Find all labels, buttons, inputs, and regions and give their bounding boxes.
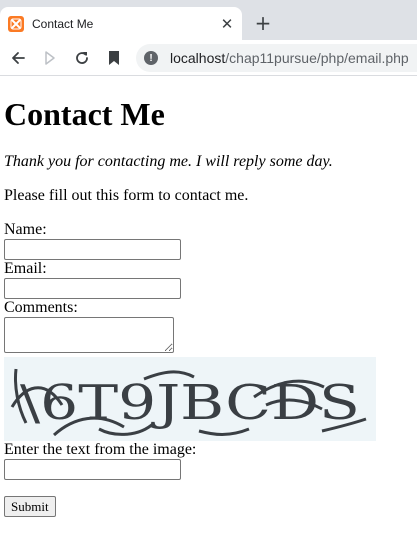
captcha-image: \6T9JBCDS: [4, 357, 376, 441]
email-input[interactable]: [4, 278, 181, 299]
captcha-text: \6T9JBCDS: [20, 375, 360, 431]
url-text: localhost/chap11pursue/php/email.php: [170, 50, 409, 66]
address-bar[interactable]: ! localhost/chap11pursue/php/email.php: [136, 44, 417, 72]
tab-close-icon[interactable]: ✕: [218, 15, 236, 33]
back-arrow-icon[interactable]: [4, 44, 32, 72]
forward-arrow-icon[interactable]: [36, 44, 64, 72]
tab-strip: Contact Me ✕ +: [0, 0, 417, 40]
comments-textarea[interactable]: [4, 317, 174, 353]
reload-icon[interactable]: [68, 44, 96, 72]
contact-form: Name: Email: Comments: \6T9JBCDS Enter t…: [4, 221, 413, 517]
captcha-input[interactable]: [4, 459, 181, 480]
url-path: /chap11pursue/php/email.php: [225, 50, 409, 66]
email-label: Email:: [4, 260, 47, 277]
browser-toolbar: ! localhost/chap11pursue/php/email.php: [0, 40, 417, 76]
bookmark-icon[interactable]: [100, 44, 128, 72]
comments-label: Comments:: [4, 299, 78, 316]
thank-you-message: Thank you for contacting me. I will repl…: [4, 153, 333, 170]
submit-button[interactable]: Submit: [4, 496, 56, 517]
xampp-favicon-icon: [8, 15, 24, 32]
tab-title: Contact Me: [32, 16, 94, 31]
page-content: Contact Me Thank you for contacting me. …: [0, 96, 417, 517]
name-input[interactable]: [4, 239, 181, 260]
captcha-label: Enter the text from the image:: [4, 441, 197, 458]
tab-contact-me[interactable]: Contact Me ✕: [0, 7, 242, 40]
url-host: localhost: [170, 50, 226, 66]
site-info-icon[interactable]: !: [144, 51, 158, 65]
name-label: Name:: [4, 221, 47, 238]
form-instructions: Please fill out this form to contact me.: [4, 187, 249, 204]
new-tab-plus-icon[interactable]: +: [252, 11, 274, 35]
page-title: Contact Me: [4, 96, 165, 132]
